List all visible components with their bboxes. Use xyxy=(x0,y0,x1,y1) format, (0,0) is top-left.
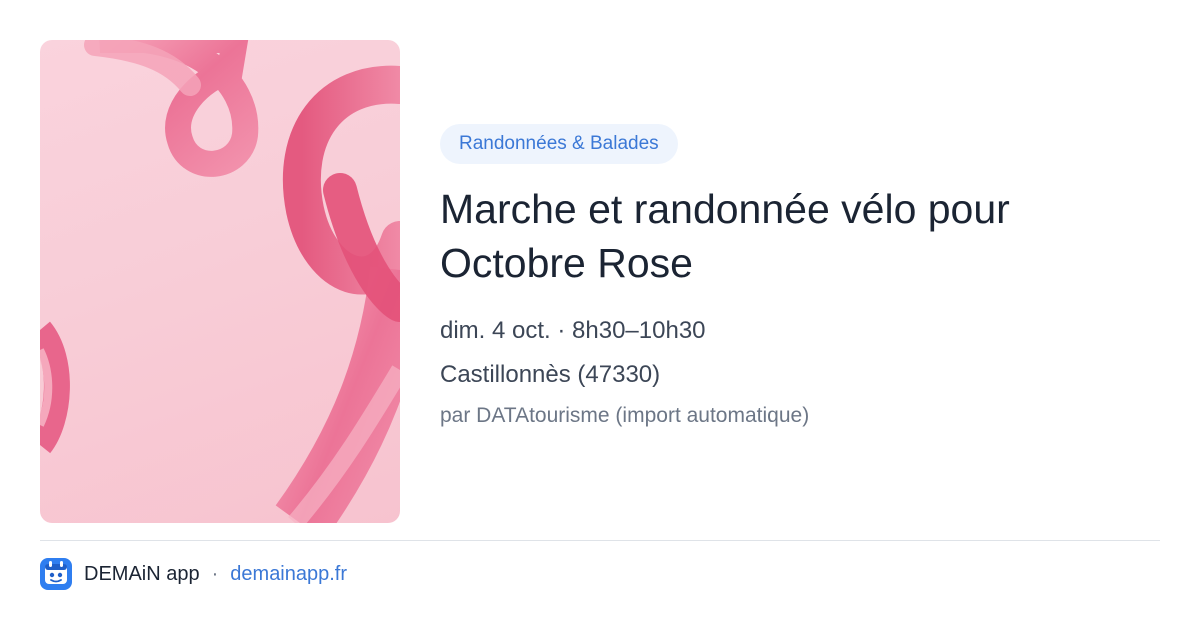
app-name: DEMAiN app xyxy=(84,562,200,585)
event-source: par DATAtourisme (import automatique) xyxy=(440,404,810,427)
footer-divider xyxy=(40,540,1160,541)
app-website-link[interactable]: demainapp.fr xyxy=(230,563,347,586)
event-date-time: dim. 4 oct. · 8h30–10h30 xyxy=(440,317,706,344)
event-title[interactable]: Marche et randonnée vélo pour Octobre Ro… xyxy=(440,182,1140,290)
footer: DEMAiN app · demainapp.fr xyxy=(40,558,347,590)
category-badge[interactable]: Randonnées & Balades xyxy=(440,124,678,164)
event-location: Castillonnès (47330) xyxy=(440,361,661,388)
footer-separator: · xyxy=(211,562,219,585)
event-details: Randonnées & Balades Marche et randonnée… xyxy=(440,124,1160,430)
event-image[interactable] xyxy=(40,40,400,523)
demain-app-logo-icon[interactable] xyxy=(40,558,72,590)
pink-ribbon-illustration xyxy=(40,40,400,523)
